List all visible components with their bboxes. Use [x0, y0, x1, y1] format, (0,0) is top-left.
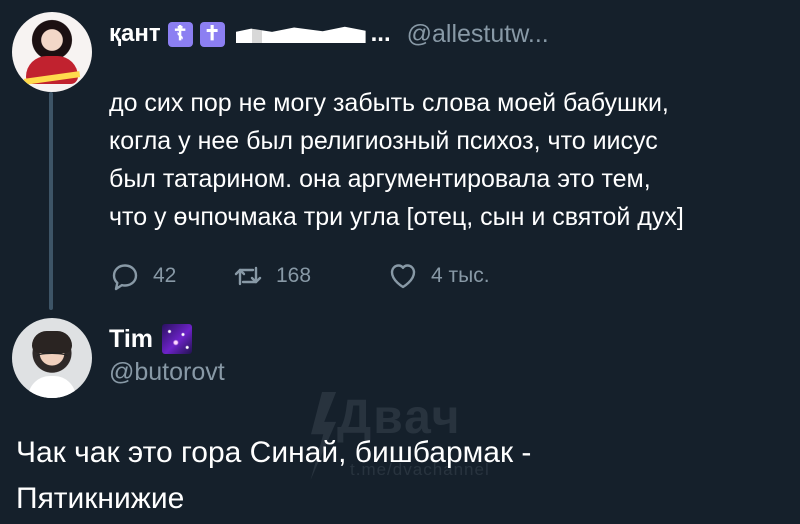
- reply-author-handle[interactable]: @butorovt: [109, 358, 225, 387]
- orthodox-cross-badge-icon: ☦: [167, 21, 193, 47]
- latin-cross-badge-icon: ✝: [199, 21, 225, 47]
- like-button[interactable]: 4 тыс.: [387, 258, 527, 294]
- retweet-count: 168: [276, 264, 312, 287]
- tweet-text-line: что у өчпочмака три угла [отец, сын и св…: [109, 203, 684, 231]
- reply-text-line: Пятикнижие: [16, 482, 185, 515]
- avatar-glasses: [36, 352, 68, 362]
- retweet-icon: [234, 266, 262, 286]
- thread-connector-line: [49, 92, 53, 310]
- tweet-text-line: до сих пор не могу забыть слова моей баб…: [109, 89, 669, 117]
- galaxy-badge-icon: [162, 324, 192, 354]
- reply-tweet-text: Чак чак это гора Синай, бишбармак - Пяти…: [16, 430, 756, 522]
- reply-author-name[interactable]: Tim: [109, 325, 153, 354]
- original-tweet-text: до сих пор не могу забыть слова моей баб…: [109, 84, 769, 236]
- tweet-thread-screenshot: қант ☦ ✝ ... @allestutw... до сих пор не…: [0, 0, 800, 524]
- original-author-name[interactable]: қант: [109, 20, 161, 48]
- redacted-name-mark: [235, 26, 366, 43]
- original-author-header: қант ☦ ✝ ... @allestutw...: [109, 18, 549, 50]
- avatar-hair: [32, 331, 72, 353]
- reply-author-header: Tim: [109, 323, 192, 355]
- retweet-button[interactable]: 168: [232, 258, 387, 294]
- name-ellipsis: ...: [370, 20, 391, 47]
- original-author-handle[interactable]: @allestutw...: [407, 20, 549, 49]
- tweet-text-line: был татарином. она аргументировала это т…: [109, 165, 651, 193]
- reply-button[interactable]: 42: [109, 258, 232, 294]
- avatar-shirt: [28, 376, 76, 398]
- original-author-avatar[interactable]: [12, 12, 92, 92]
- tweet-action-bar: 42 168 4 тыс.: [109, 258, 527, 294]
- reply-icon: [112, 264, 138, 291]
- like-count: 4 тыс.: [431, 264, 490, 287]
- reply-count: 42: [153, 264, 177, 287]
- reply-author-avatar[interactable]: [12, 318, 92, 398]
- reply-text-line: Чак чак это гора Синай, бишбармак -: [16, 436, 532, 469]
- tweet-text-line: когла у нее был религиозный психоз, что …: [109, 127, 658, 155]
- heart-icon: [390, 264, 416, 289]
